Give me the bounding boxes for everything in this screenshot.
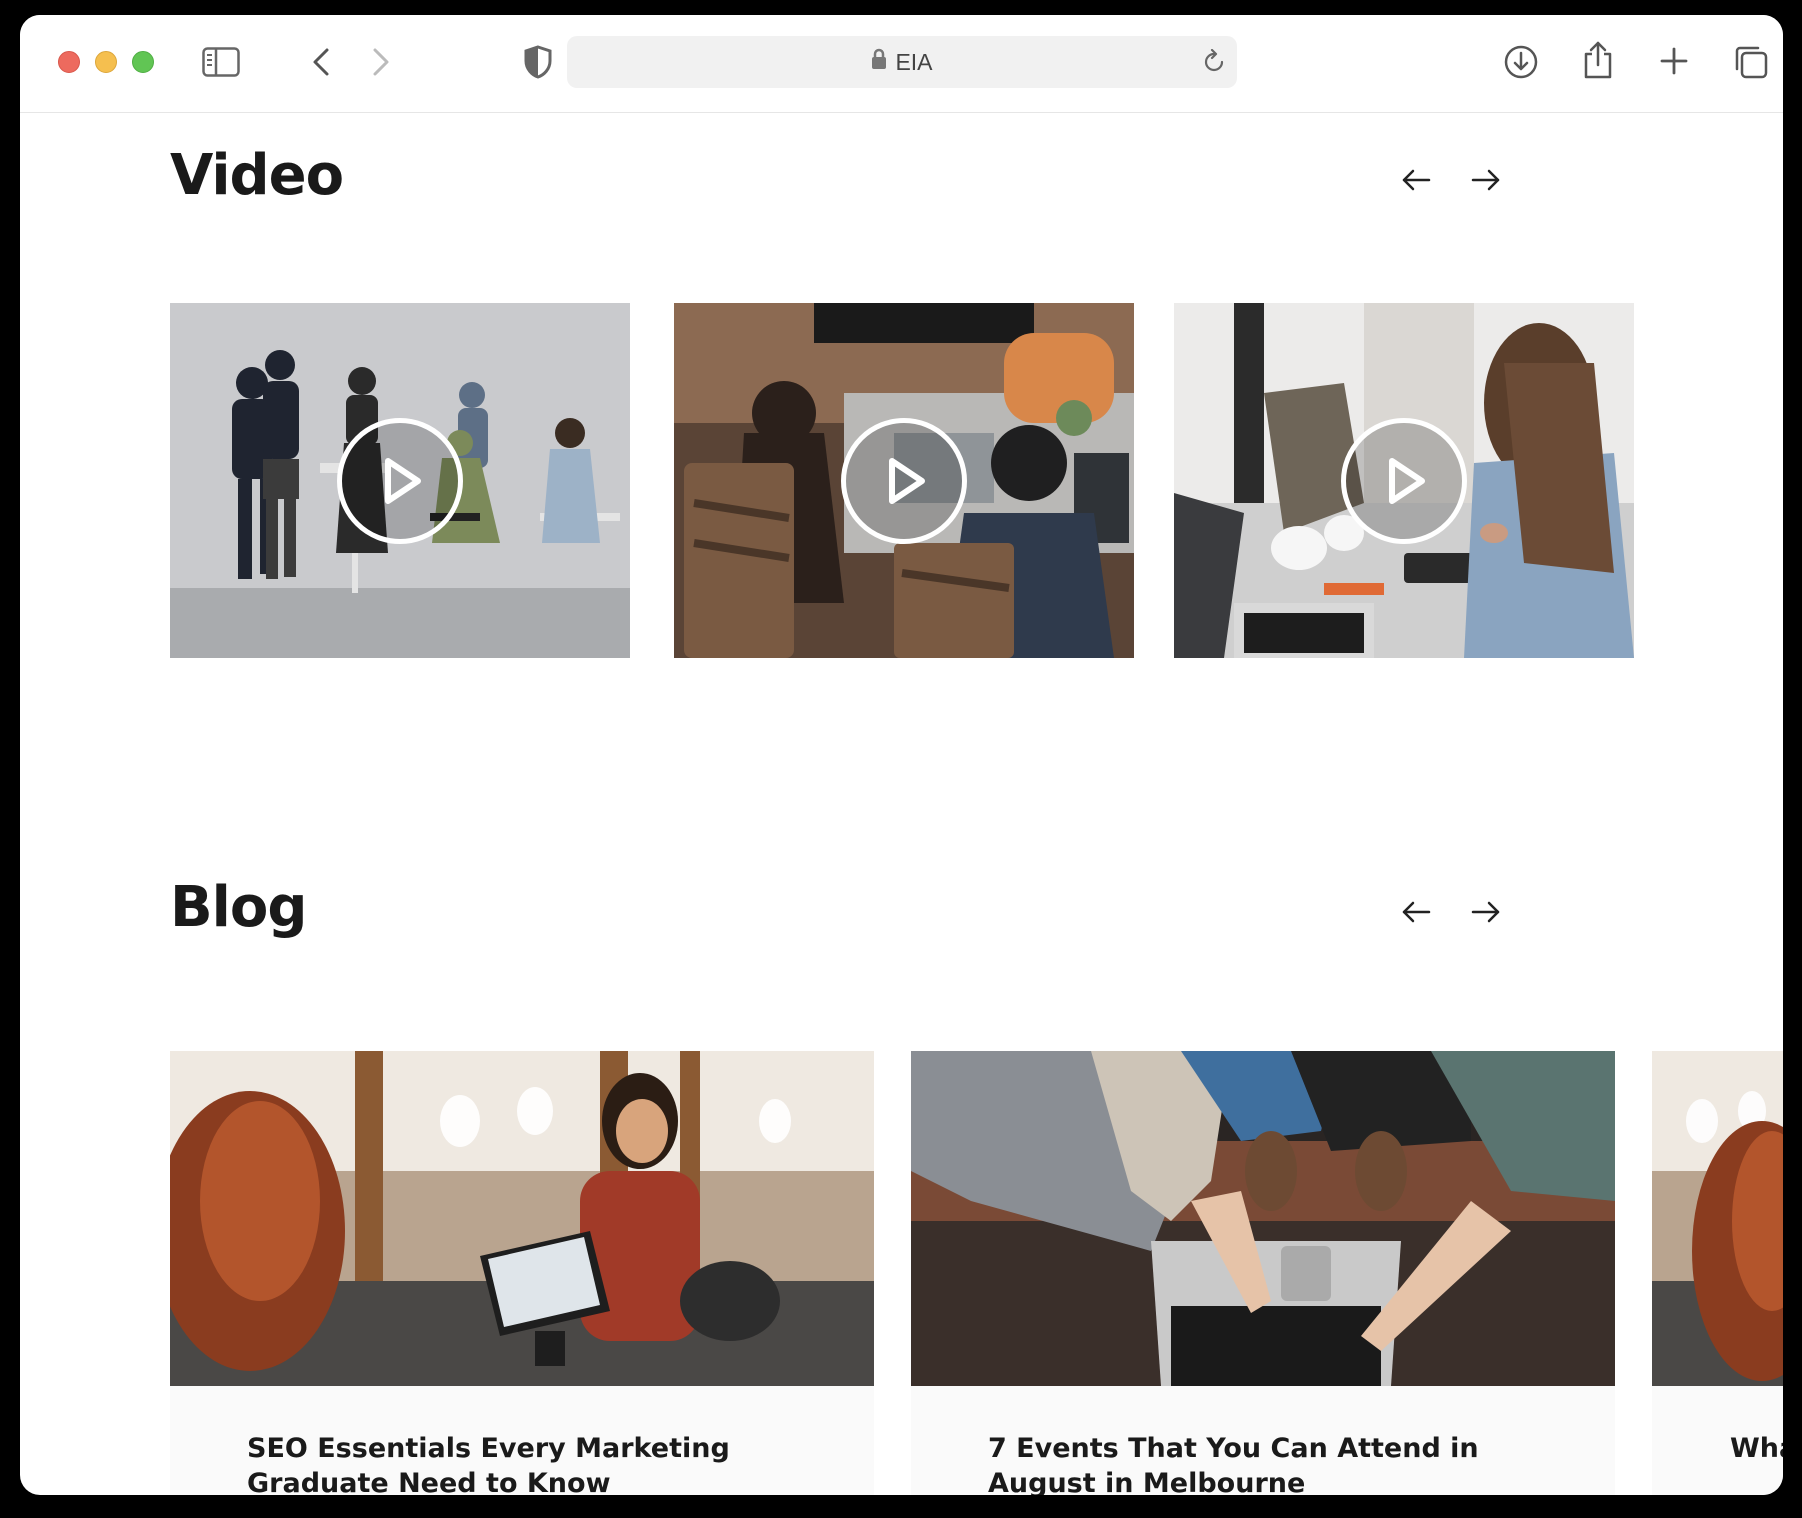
zoom-window-button[interactable] [132, 51, 154, 73]
play-icon [385, 457, 421, 504]
blog-card-title[interactable]: 7 Events That You Can Attend in August i… [988, 1431, 1548, 1495]
sidebar-toggle-icon[interactable] [200, 45, 242, 79]
play-button[interactable] [337, 417, 463, 544]
browser-toolbar: EIA [20, 15, 1783, 113]
tab-overview-icon[interactable] [1730, 41, 1772, 83]
minimize-window-button[interactable] [95, 51, 117, 73]
play-icon [889, 457, 925, 504]
blog-card-image [1652, 1051, 1783, 1386]
blog-card-title[interactable]: SEO Essentials Every Marketing Graduate … [247, 1431, 807, 1495]
privacy-shield-icon[interactable] [520, 43, 556, 81]
blog-card[interactable]: Wha [1652, 1051, 1783, 1495]
blog-section-title: Blog [170, 875, 307, 940]
play-button[interactable] [841, 417, 967, 544]
reload-icon[interactable] [1201, 48, 1227, 80]
close-window-button[interactable] [58, 51, 80, 73]
browser-window: EIA Video Blog SEO Essentials Every Mark… [20, 15, 1783, 1495]
video-prev-arrow-icon[interactable] [1394, 158, 1438, 202]
lock-icon [871, 48, 887, 76]
video-card[interactable] [170, 303, 630, 658]
new-tab-icon[interactable] [1654, 41, 1694, 81]
play-icon [1389, 457, 1425, 504]
blog-card-title[interactable]: Wha [1730, 1431, 1783, 1466]
video-next-arrow-icon[interactable] [1464, 158, 1508, 202]
url-text: EIA [895, 48, 933, 75]
address-bar[interactable]: EIA [567, 36, 1237, 88]
blog-card[interactable]: SEO Essentials Every Marketing Graduate … [170, 1051, 874, 1495]
video-card[interactable] [1174, 303, 1634, 658]
address-bar-content: EIA [567, 36, 1237, 88]
page-content: Video Blog SEO Essentials Every Marketin… [20, 113, 1783, 1495]
blog-prev-arrow-icon[interactable] [1394, 890, 1438, 934]
download-icon[interactable] [1500, 41, 1542, 83]
blog-card[interactable]: 7 Events That You Can Attend in August i… [911, 1051, 1615, 1495]
blog-next-arrow-icon[interactable] [1464, 890, 1508, 934]
video-section-title: Video [170, 143, 344, 208]
play-button[interactable] [1341, 417, 1467, 544]
blog-card-image [170, 1051, 874, 1386]
share-icon[interactable] [1578, 37, 1618, 83]
blog-card-image [911, 1051, 1615, 1386]
back-icon[interactable] [304, 45, 338, 79]
video-card[interactable] [674, 303, 1134, 658]
forward-icon[interactable] [364, 45, 398, 79]
